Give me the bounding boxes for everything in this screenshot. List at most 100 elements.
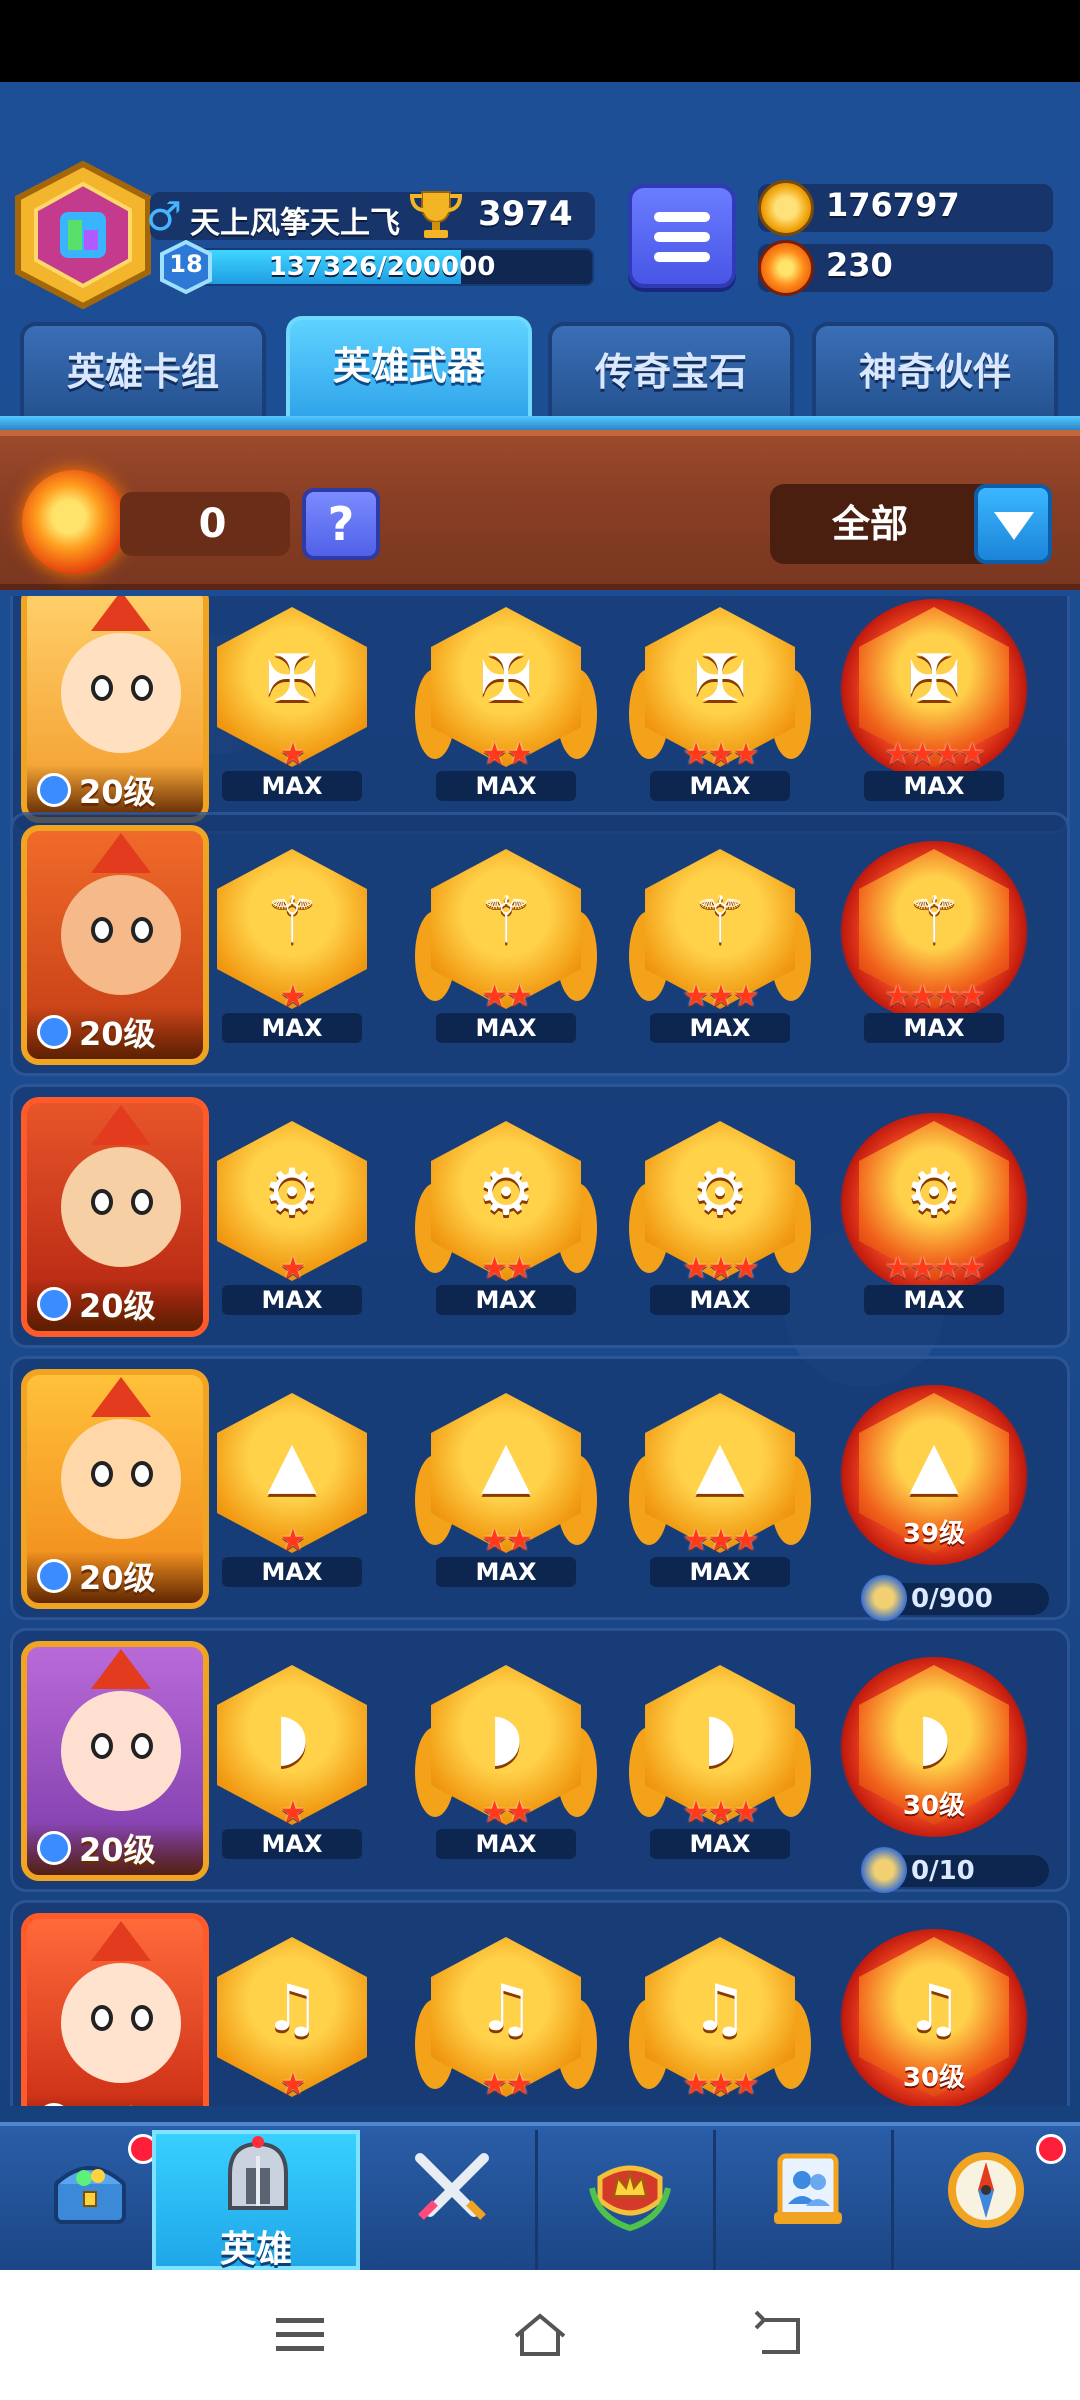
tab-magic-partners[interactable]: 神奇伙伴: [812, 322, 1058, 418]
weapon-slot[interactable]: ♫ ★★: [411, 1929, 597, 2106]
weapon-icon: ✠: [265, 642, 319, 716]
hero-eye: [91, 675, 113, 701]
crown-shield-icon: [589, 2165, 671, 2232]
weapon-stars: ★★: [481, 737, 533, 772]
gem-amount: 230: [826, 246, 893, 284]
weapon-slot[interactable]: ◗ ★★★ MAX: [625, 1657, 811, 1867]
weapon-slot[interactable]: ⚚ ★★ MAX: [411, 841, 597, 1051]
weapon-slot[interactable]: ⚚ ★★★★ MAX: [839, 841, 1029, 1051]
hero-portrait[interactable]: 20级: [21, 596, 209, 823]
gold-amount: 176797: [826, 186, 960, 224]
hero-row[interactable]: 20级 ⚙ ★ MAX ⚙ ★★ MAX ⚙ ★★★ MAX ⚙ ★★★★ MAX: [10, 1084, 1070, 1348]
xp-text: 137326/200000: [268, 252, 496, 282]
hero-weapon-list[interactable]: 20级 ✠ ★ MAX ✠ ★★ MAX ✠ ★★★ MAX ✠ ★★★★ MAX 20级 ⚚ ★ MAX ⚚ ★★…: [0, 596, 1080, 2106]
weapon-icon: ▲: [695, 1428, 745, 1502]
hero-row[interactable]: 20级♫★♫★★♫★★★♫30级: [10, 1900, 1070, 2106]
weapon-icon: ◗: [489, 1700, 523, 1774]
hero-row[interactable]: 20级 ⚚ ★ MAX ⚚ ★★ MAX ⚚ ★★★ MAX ⚚ ★★★★ MAX: [10, 812, 1070, 1076]
hero-eye: [91, 1461, 113, 1487]
hero-level: 20级: [79, 773, 156, 811]
nav-battle[interactable]: [362, 2130, 538, 2270]
hero-eye: [91, 1189, 113, 1215]
hero-portrait[interactable]: 20级: [21, 825, 209, 1065]
weapon-max-label: MAX: [650, 1829, 790, 1859]
hero-row[interactable]: 20级 ▲ ★ MAX ▲ ★★ MAX ▲ ★★★ MAX ▲ 39级 0/900: [10, 1356, 1070, 1621]
hero-portrait[interactable]: 20级: [21, 1369, 209, 1609]
weapon-slot[interactable]: ◗ ★★ MAX: [411, 1657, 597, 1867]
weapon-slot[interactable]: ▲ ★★ MAX: [411, 1385, 597, 1595]
nav-clan[interactable]: [540, 2130, 716, 2270]
weapon-slot[interactable]: ▲ ★ MAX: [197, 1385, 367, 1595]
upgrade-progress: 0/10: [861, 1847, 1049, 1893]
weapon-slot[interactable]: ⚙ ★ MAX: [197, 1113, 367, 1323]
weapon-slot[interactable]: ▲ ★★★ MAX: [625, 1385, 811, 1595]
hero-class-icon: [37, 1015, 71, 1049]
compass-icon: [948, 2152, 1024, 2228]
back-icon[interactable]: [750, 2310, 810, 2360]
hero-level: 20级: [79, 1015, 156, 1053]
hero-face: [61, 1147, 181, 1267]
tab-hero-weapons[interactable]: 英雄武器: [286, 316, 532, 420]
hero-level: 20级: [79, 1831, 156, 1869]
weapon-slot[interactable]: ⚚ ★★★ MAX: [625, 841, 811, 1051]
weapon-slot[interactable]: ⚙ ★★ MAX: [411, 1113, 597, 1323]
weapon-slot[interactable]: ✠ ★★ MAX: [411, 599, 597, 809]
hero-crown-icon: [91, 1377, 151, 1417]
nav-heroes[interactable]: 英雄: [152, 2130, 360, 2270]
hero-portrait[interactable]: 20级: [21, 1097, 209, 1337]
weapon-slot[interactable]: ▲ 39级: [839, 1385, 1029, 1595]
weapon-slot[interactable]: ⚙ ★★★ MAX: [625, 1113, 811, 1323]
weapon-slot[interactable]: ✠ ★ MAX: [197, 599, 367, 809]
weapon-slot[interactable]: ✠ ★★★★ MAX: [839, 599, 1029, 809]
weapon-icon: ⚙: [691, 1156, 749, 1230]
weapon-icon: ◗: [703, 1700, 737, 1774]
rank-badge-icon[interactable]: [8, 160, 158, 310]
gender-icon: ♂: [146, 194, 182, 240]
help-button[interactable]: ?: [302, 488, 380, 560]
weapon-max-label: MAX: [222, 1829, 362, 1859]
hero-eye: [131, 917, 153, 943]
hero-face: [61, 875, 181, 995]
hero-class-icon: [37, 1287, 71, 1321]
hero-eye: [91, 2005, 113, 2031]
recent-apps-icon[interactable]: [270, 2310, 330, 2360]
hero-crown-icon: [91, 1105, 151, 1145]
hero-portrait[interactable]: 20级: [21, 1641, 209, 1881]
hero-face: [61, 1691, 181, 1811]
menu-button[interactable]: [628, 184, 736, 288]
weapon-max-label: MAX: [436, 771, 576, 801]
hero-portrait[interactable]: 20级: [21, 1913, 209, 2106]
weapon-slot[interactable]: ⚙ ★★★★ MAX: [839, 1113, 1029, 1323]
filter-value: 全部: [831, 502, 908, 546]
weapon-icon: ♫: [477, 1972, 535, 2046]
weapon-stars: ★★★★: [884, 1251, 986, 1286]
weapon-slot[interactable]: ♫ ★★★: [625, 1929, 811, 2106]
tab-hero-cards[interactable]: 英雄卡组: [20, 322, 266, 418]
weapon-slot[interactable]: ♫ ★: [197, 1929, 367, 2106]
hero-eye: [131, 1189, 153, 1215]
weapon-slot[interactable]: ⚚ ★ MAX: [197, 841, 367, 1051]
menu-icon-line: [654, 232, 710, 242]
tab-legend-gems[interactable]: 传奇宝石: [548, 322, 794, 418]
hero-eye: [131, 1733, 153, 1759]
system-navigation-bar: [0, 2270, 1080, 2400]
hero-level: 20级: [79, 2097, 156, 2106]
weapon-slot[interactable]: ◗ ★ MAX: [197, 1657, 367, 1867]
weapon-stars: ★★★: [682, 737, 760, 772]
upgrade-progress: 0/900: [861, 1575, 1049, 1621]
upgrade-material-icon: [861, 1847, 907, 1893]
hero-eye: [91, 1733, 113, 1759]
weapon-slot[interactable]: ✠ ★★★ MAX: [625, 599, 811, 809]
hero-face: [61, 1963, 181, 2083]
weapon-stars: ★: [279, 2067, 307, 2102]
hero-crown-icon: [91, 596, 151, 631]
dropdown-arrow-icon[interactable]: [974, 484, 1052, 564]
nav-social[interactable]: [718, 2130, 894, 2270]
weapon-max-label: MAX: [436, 1285, 576, 1315]
home-icon[interactable]: [510, 2310, 570, 2360]
hero-row[interactable]: 20级 ◗ ★ MAX ◗ ★★ MAX ◗ ★★★ MAX ◗ 30级 0/10: [10, 1628, 1070, 1893]
weapon-slot[interactable]: ◗ 30级: [839, 1657, 1029, 1867]
weapon-slot[interactable]: ♫ 30级: [839, 1929, 1029, 2106]
hero-row[interactable]: 20级 ✠ ★ MAX ✠ ★★ MAX ✠ ★★★ MAX ✠ ★★★★ MAX: [10, 596, 1070, 834]
hero-class-icon: [37, 1831, 71, 1865]
